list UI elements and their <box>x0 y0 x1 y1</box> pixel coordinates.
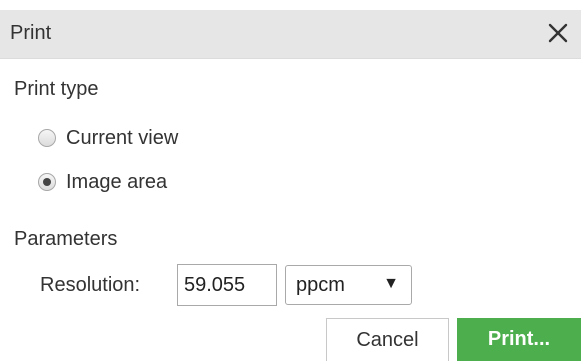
chevron-down-icon: ▼ <box>383 275 399 292</box>
cancel-button[interactable]: Cancel <box>326 318 449 361</box>
dialog-titlebar: Print <box>0 10 581 59</box>
resolution-label: Resolution: <box>40 274 141 296</box>
radio-label-current-view: Current view <box>66 126 179 149</box>
close-icon[interactable] <box>545 20 571 46</box>
radio-current-view[interactable]: Current view <box>38 125 178 151</box>
print-button[interactable]: Print... <box>457 318 581 361</box>
radio-button-current-view[interactable] <box>38 129 56 147</box>
dialog-title: Print <box>10 22 52 44</box>
unit-select[interactable]: ppcm ▼ <box>285 265 412 305</box>
radio-label-image-area: Image area <box>66 170 168 193</box>
resolution-input[interactable] <box>177 264 277 306</box>
parameters-heading: Parameters <box>14 228 118 250</box>
unit-select-value: ppcm <box>296 274 345 296</box>
radio-button-image-area[interactable] <box>38 173 56 191</box>
print-type-heading: Print type <box>14 78 99 100</box>
radio-image-area[interactable]: Image area <box>38 169 167 195</box>
print-dialog: Print Print type Current view Image area… <box>0 0 581 361</box>
